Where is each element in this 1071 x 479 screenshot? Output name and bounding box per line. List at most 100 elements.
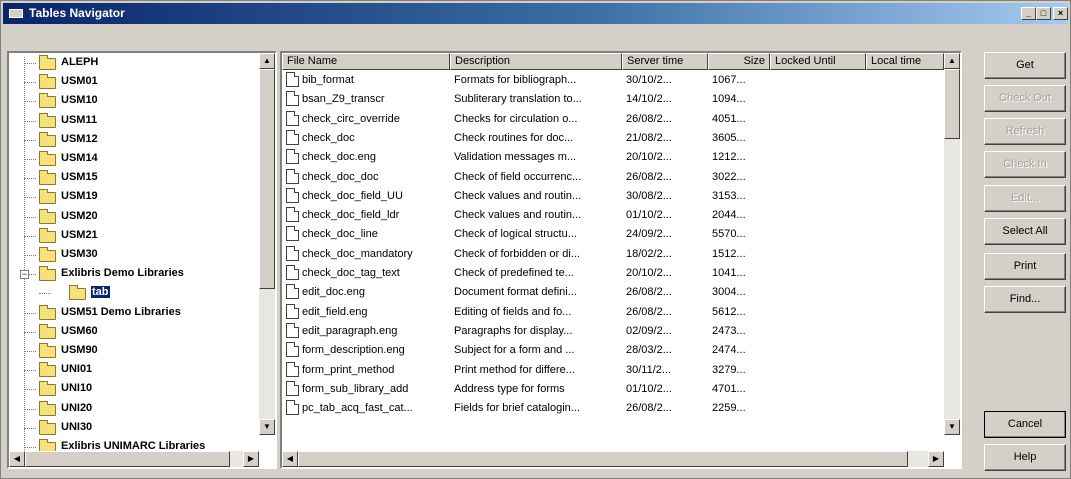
file-row[interactable]: form_print_method Print method for differ…: [282, 361, 944, 380]
column-header-file-name[interactable]: File Name: [282, 53, 450, 70]
file-row[interactable]: edit_doc.eng Document format defini... 26/…: [282, 283, 944, 302]
file-row[interactable]: check_doc_mandatory Check of forbidden or…: [282, 245, 944, 264]
tree-item[interactable]: USM21: [9, 227, 259, 245]
column-header-server-time[interactable]: Server time: [622, 53, 708, 70]
tree-scroll-left-button[interactable]: ◀: [9, 451, 25, 467]
server-time-cell: 26/08/2...: [626, 402, 672, 415]
tree-item[interactable]: UNI10: [9, 381, 259, 398]
tree-item[interactable]: UNI01: [9, 362, 259, 379]
tree-hscroll-thumb[interactable]: [25, 451, 230, 467]
column-header-local-time[interactable]: Local time: [866, 53, 944, 70]
collapse-toggle[interactable]: −: [20, 270, 29, 280]
tree-scroll-right-button[interactable]: ▶: [243, 451, 259, 467]
title-bar[interactable]: Tables Navigator _ □ ×: [3, 3, 1068, 24]
tree-scroll-up-button[interactable]: ▲: [259, 53, 275, 69]
folder-icon: [39, 93, 56, 109]
tree-scroll-down-button[interactable]: ▼: [259, 419, 275, 435]
file-row[interactable]: check_doc_field_ldr Check values and rout…: [282, 206, 944, 225]
tree-item[interactable]: UNI30: [9, 419, 259, 437]
file-row[interactable]: edit_field.eng Editing of fields and fo..…: [282, 303, 944, 322]
folder-icon: [39, 266, 56, 282]
file-row[interactable]: check_doc_tag_text Check of predefined te…: [282, 264, 944, 283]
tree-item[interactable]: USM10: [9, 93, 259, 110]
list-scroll-right-button[interactable]: ▶: [928, 451, 944, 467]
file-row[interactable]: pc_tab_acq_fast_cat... Fields for brief c…: [282, 399, 944, 418]
tree-horizontal-scrollbar[interactable]: ◀ ▶: [9, 451, 259, 467]
folder-icon: [39, 55, 56, 70]
tree-item-label: USM15: [61, 171, 98, 184]
description-cell: Validation messages m...: [454, 151, 577, 164]
tree-item[interactable]: USM01: [9, 74, 259, 91]
tree-item-label: UNI30: [61, 420, 93, 433]
file-name-cell: check_doc_line: [302, 228, 378, 241]
tree-scroll-thumb[interactable]: [259, 69, 275, 289]
list-scroll-up-button[interactable]: ▲: [944, 53, 960, 69]
file-row[interactable]: check_doc_doc Check of field occurrenc...…: [282, 168, 944, 187]
tree-item[interactable]: USM60: [9, 323, 259, 341]
print-button[interactable]: Print: [984, 253, 1066, 280]
file-row[interactable]: check_circ_override Checks for circulatio…: [282, 110, 944, 129]
list-hscroll-thumb[interactable]: [298, 451, 908, 467]
tree-item-label: UNI20: [61, 401, 93, 414]
tree-item[interactable]: USM15: [9, 170, 259, 187]
minimize-button[interactable]: _: [1021, 7, 1036, 20]
list-scroll-thumb[interactable]: [944, 69, 960, 139]
description-cell: Formats for bibliograph...: [454, 74, 577, 86]
list-scroll-down-button[interactable]: ▼: [944, 419, 960, 435]
tree-item[interactable]: USM11: [9, 112, 259, 130]
list-horizontal-scrollbar[interactable]: ◀ ▶: [282, 451, 944, 467]
document-icon: [286, 207, 299, 223]
help-button[interactable]: Help: [984, 444, 1066, 471]
size-cell: 2473...: [712, 324, 746, 337]
tree-item-label: USM14: [61, 152, 98, 164]
tree-item[interactable]: USM14: [9, 151, 259, 168]
check-out-button[interactable]: Check Out: [984, 85, 1066, 112]
column-header-size[interactable]: Size: [708, 53, 770, 70]
tree-branch-line: [24, 235, 36, 237]
list-vertical-scrollbar[interactable]: ▲ ▼: [944, 53, 960, 435]
document-icon: [286, 149, 299, 165]
file-row[interactable]: check_doc_line Check of logical structu..…: [282, 225, 944, 244]
tree-item[interactable]: USM90: [9, 343, 259, 360]
tree-item[interactable]: USM51 Demo Libraries: [9, 304, 259, 322]
tree-item[interactable]: USM12: [9, 131, 259, 149]
edit-button[interactable]: Edit...: [984, 185, 1066, 212]
check-in-button[interactable]: Check In: [984, 151, 1066, 178]
tree-item[interactable]: − Exlibris Demo Libraries: [9, 266, 259, 283]
file-name-cell: check_doc_doc: [302, 170, 379, 183]
file-row[interactable]: check_doc.eng Validation messages m... 20/…: [282, 148, 944, 167]
close-button[interactable]: ×: [1053, 7, 1068, 20]
list-scroll-left-button[interactable]: ◀: [282, 451, 298, 467]
tree-vertical-scrollbar[interactable]: ▲ ▼: [259, 53, 275, 435]
tree-item-label: USM20: [61, 209, 98, 222]
folder-icon: [39, 131, 56, 147]
file-row[interactable]: check_doc_field_UU Check values and routi…: [282, 187, 944, 206]
tree-item[interactable]: ALEPH: [9, 55, 259, 72]
find-button[interactable]: Find...: [984, 286, 1066, 313]
file-row[interactable]: edit_paragraph.eng Paragraphs for display…: [282, 322, 944, 341]
file-name-cell: edit_field.eng: [302, 305, 368, 318]
file-row[interactable]: bsan_Z9_transcr Subliterary translation t…: [282, 90, 944, 109]
file-row[interactable]: form_sub_library_add Address type for for…: [282, 380, 944, 399]
column-header-locked-until[interactable]: Locked Until: [770, 53, 866, 70]
file-name-cell: edit_doc.eng: [302, 286, 365, 299]
description-cell: Check routines for doc...: [454, 131, 574, 144]
tree-item[interactable]: USM20: [9, 208, 259, 226]
tree-item[interactable]: USM30: [9, 247, 259, 264]
select-all-button[interactable]: Select All: [984, 218, 1066, 245]
cancel-button[interactable]: Cancel: [984, 411, 1066, 438]
tree-item[interactable]: UNI20: [9, 400, 259, 418]
tree-item[interactable]: USM19: [9, 189, 259, 206]
get-button[interactable]: Get: [984, 52, 1066, 79]
file-row[interactable]: form_description.eng Subject for a form a…: [282, 341, 944, 360]
column-header-description[interactable]: Description: [450, 53, 622, 70]
file-row[interactable]: bib_format Formats for bibliograph... 30/1…: [282, 71, 944, 90]
library-tree[interactable]: ALEPH USM01 USM10 USM11 USM12 USM14 USM15 USM19…: [7, 51, 277, 469]
maximize-button[interactable]: □: [1036, 7, 1051, 20]
file-list[interactable]: File Name Description Server time Size L…: [280, 51, 962, 469]
server-time-cell: 30/08/2...: [626, 189, 672, 202]
tree-child-item[interactable]: tab: [9, 285, 259, 302]
tree-branch-line: [24, 427, 36, 429]
file-row[interactable]: check_doc Check routines for doc... 21/08/…: [282, 129, 944, 148]
refresh-button[interactable]: Refresh: [984, 118, 1066, 145]
